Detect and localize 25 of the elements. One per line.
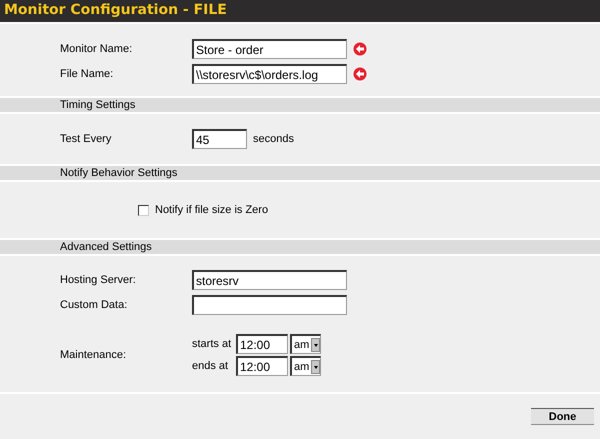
field-label: Maintenance: [60,349,128,361]
section-heading: Advanced Settings [60,240,152,254]
time-prefix: starts at [192,338,232,350]
done-button[interactable]: Done [531,408,594,425]
field-label: Hosting Server: [60,274,137,286]
input-field[interactable]: Store - order [192,39,347,59]
time-field[interactable]: 12:00 [236,356,288,376]
unit-label: seconds [253,133,294,145]
section-heading: Notify Behavior Settings [60,166,178,180]
period-dropdown[interactable]: am [290,356,321,376]
checkbox-label: Notify if file size is Zero [155,204,268,216]
input-field[interactable]: 45 [192,129,247,149]
field-label: File Name: [60,68,114,80]
section-heading: Timing Settings [60,98,136,112]
field-label: Custom Data: [60,299,128,311]
window-title: Monitor Configuration - FILE [3,1,227,20]
checkbox[interactable] [138,204,149,216]
field-label: Monitor Name: [60,43,134,55]
input-field[interactable]: \\storesrv\c$\orders.log [192,64,347,84]
field-label: Test Every [60,133,112,145]
time-field[interactable]: 12:00 [236,334,288,354]
period-dropdown[interactable]: am [290,334,321,354]
input-field[interactable]: storesrv [192,270,347,290]
time-prefix: ends at [192,360,230,372]
input-field[interactable] [192,295,347,315]
